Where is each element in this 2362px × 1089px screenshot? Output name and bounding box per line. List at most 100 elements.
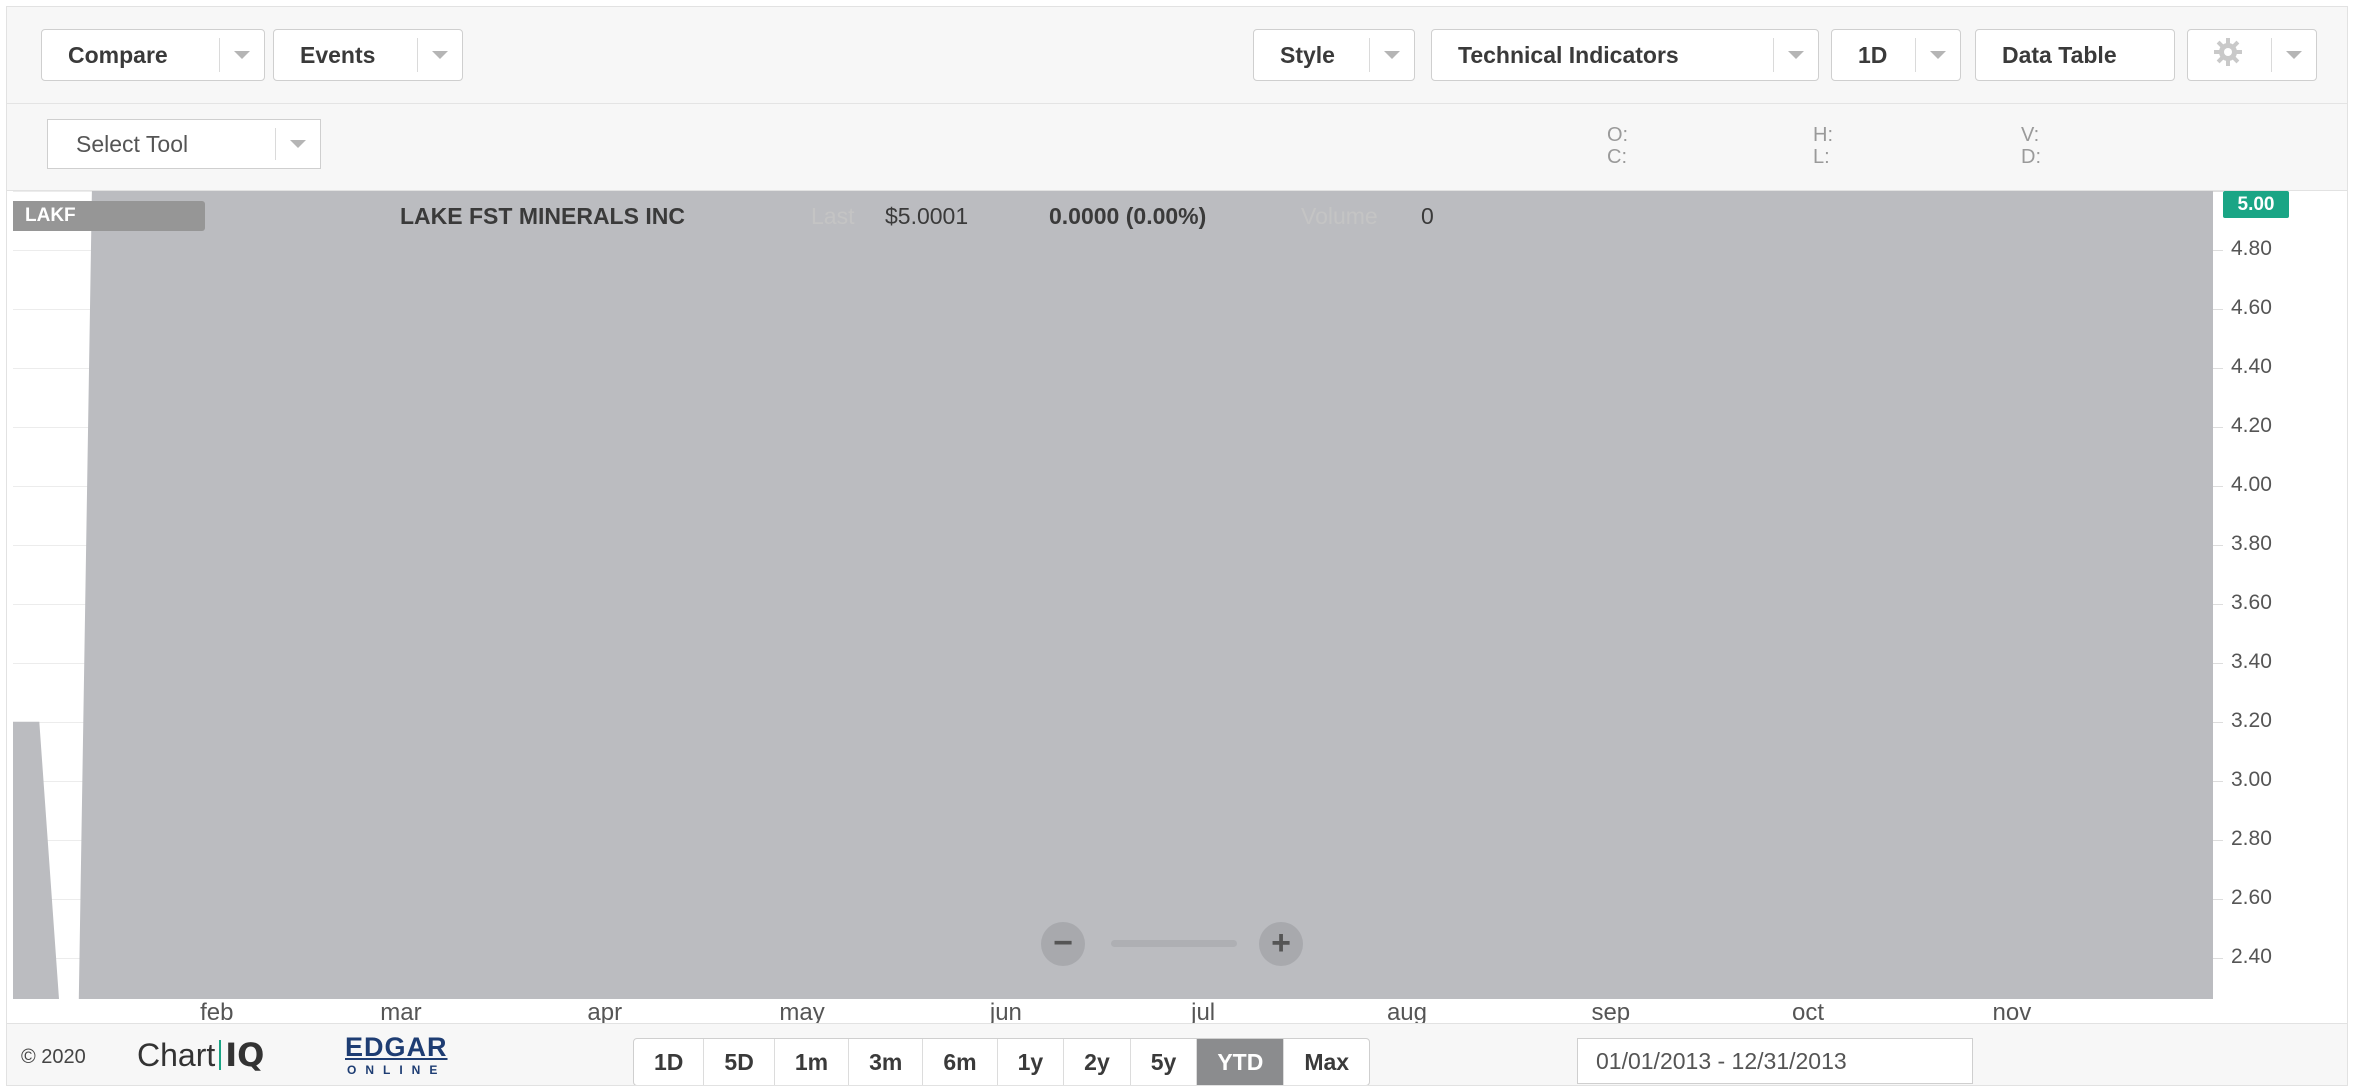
date-range-input[interactable]: 01/01/2013 - 12/31/2013 <box>1577 1038 1973 1084</box>
chart-plot-area[interactable] <box>13 191 2213 999</box>
y-tick-mark <box>2213 957 2223 959</box>
settings-button[interactable] <box>2187 29 2317 81</box>
zoom-in-button[interactable]: + <box>1259 922 1303 966</box>
ohlc-high-low: H: L: <box>1813 124 1833 168</box>
chevron-down-icon <box>2286 51 2302 59</box>
technical-indicators-label: Technical Indicators <box>1458 41 1679 68</box>
last-label: Last <box>811 203 854 230</box>
interval-button[interactable]: 1D <box>1831 29 1961 81</box>
select-tool-dropdown[interactable]: Select Tool <box>47 119 321 169</box>
last-value: $5.0001 <box>885 203 969 229</box>
y-tick-label: 4.60 <box>2231 295 2272 319</box>
interval-dropdown[interactable] <box>1915 38 1960 72</box>
chartiq-logo-divider <box>219 1040 222 1070</box>
y-tick-label: 4.20 <box>2231 413 2272 437</box>
ohlc-open-close: O: C: <box>1607 124 1628 168</box>
close-label: C: <box>1607 146 1627 168</box>
volume-legend-label: Volume <box>1301 203 1378 230</box>
y-tick-label: 2.80 <box>2231 826 2272 850</box>
y-tick-label: 3.40 <box>2231 649 2272 673</box>
style-label: Style <box>1280 41 1335 68</box>
y-tick-label: 3.60 <box>2231 590 2272 614</box>
chevron-down-icon <box>1788 51 1804 59</box>
date-label: D: <box>2021 146 2041 168</box>
range-button-5d[interactable]: 5D <box>704 1039 775 1085</box>
style-dropdown[interactable] <box>1369 38 1414 72</box>
range-button-2y[interactable]: 2y <box>1064 1039 1131 1085</box>
y-tick-label: 2.40 <box>2231 944 2272 968</box>
y-tick-label: 4.00 <box>2231 472 2272 496</box>
select-tool-label: Select Tool <box>76 130 189 157</box>
y-tick-label: 4.80 <box>2231 236 2272 260</box>
y-tick-mark <box>2213 367 2223 369</box>
volume-label: V: <box>2021 124 2040 146</box>
events-label: Events <box>300 41 376 68</box>
chartiq-logo-right: IQ <box>225 1036 265 1074</box>
top-toolbar: Compare Events Style Technical Indicator… <box>7 7 2347 104</box>
settings-dropdown[interactable] <box>2271 38 2316 72</box>
edgar-logo-bottom: ONLINE <box>347 1063 447 1077</box>
range-button-6m[interactable]: 6m <box>923 1039 998 1085</box>
ohlc-volume-date: V: D: <box>2021 124 2041 168</box>
interval-label: 1D <box>1858 41 1888 68</box>
edgar-online-logo[interactable]: EDGAR ONLINE <box>345 1032 448 1077</box>
open-label: O: <box>1607 124 1629 146</box>
change-value: 0.0000 (0.00%) <box>1049 203 1207 229</box>
low-label: L: <box>1813 146 1830 168</box>
y-axis[interactable]: 4.80 4.60 4.40 4.20 4.00 3.80 3.60 3.40 3.20 3.00… <box>2213 191 2347 999</box>
chartiq-logo[interactable]: Chart IQ <box>137 1036 264 1074</box>
chevron-down-icon <box>1930 51 1946 59</box>
compare-button[interactable]: Compare <box>41 29 265 81</box>
zoom-slider[interactable] <box>1111 940 1237 947</box>
chevron-down-icon <box>290 140 306 148</box>
y-tick-label: 4.40 <box>2231 354 2272 378</box>
price-area <box>13 191 2213 999</box>
drawing-toolbar: Select Tool O: C: H: L: V: D: <box>7 104 2347 191</box>
y-tick-label: 2.60 <box>2231 885 2272 909</box>
y-tick-label: 3.80 <box>2231 531 2272 555</box>
select-tool-caret[interactable] <box>275 128 320 160</box>
data-table-button[interactable]: Data Table <box>1975 29 2175 81</box>
zoom-out-button[interactable]: − <box>1041 922 1085 966</box>
y-tick-mark <box>2213 485 2223 487</box>
y-tick-mark <box>2213 603 2223 605</box>
chevron-down-icon <box>432 51 448 59</box>
range-button-1y[interactable]: 1y <box>998 1039 1065 1085</box>
copyright-text: © 2020 <box>21 1046 86 1068</box>
range-button-1d[interactable]: 1D <box>634 1039 705 1085</box>
y-tick-mark <box>2213 662 2223 664</box>
edgar-logo-top: EDGAR <box>345 1032 448 1062</box>
y-tick-mark <box>2213 544 2223 546</box>
chevron-down-icon <box>1384 51 1400 59</box>
y-tick-mark <box>2213 191 2223 192</box>
range-button-max[interactable]: Max <box>1284 1039 1369 1085</box>
y-tick-label: 3.00 <box>2231 767 2272 791</box>
y-tick-mark <box>2213 780 2223 782</box>
chevron-down-icon <box>234 51 250 59</box>
x-axis[interactable]: feb mar apr may jun jul aug sep oct nov <box>13 999 2213 1026</box>
range-button-3m[interactable]: 3m <box>849 1039 924 1085</box>
technical-indicators-dropdown[interactable] <box>1773 38 1818 72</box>
gear-icon[interactable] <box>2188 37 2250 73</box>
range-selector: 1D 5D 1m 3m 6m 1y 2y 5y YTD Max <box>633 1038 1371 1085</box>
chart-widget: Compare Events Style Technical Indicator… <box>6 6 2348 1086</box>
compare-label: Compare <box>68 41 168 68</box>
last-label-text: Last <box>811 203 855 229</box>
compare-dropdown[interactable] <box>219 38 264 72</box>
range-button-5y[interactable]: 5y <box>1131 1039 1198 1085</box>
price-mountain <box>13 191 2213 999</box>
y-tick-mark <box>2213 898 2223 900</box>
events-button[interactable]: Events <box>273 29 463 81</box>
volume-label-text: Volume <box>1301 203 1378 229</box>
footer: © 2020 Chart IQ EDGAR ONLINE 1D 5D 1m 3m 6m 1y… <box>7 1023 2347 1085</box>
volume-value: 0 <box>1421 203 1434 229</box>
range-button-1m[interactable]: 1m <box>775 1039 850 1085</box>
y-tick-mark <box>2213 721 2223 723</box>
events-dropdown[interactable] <box>417 38 462 72</box>
style-button[interactable]: Style <box>1253 29 1415 81</box>
range-button-ytd[interactable]: YTD <box>1197 1039 1285 1085</box>
y-tick-mark <box>2213 249 2223 251</box>
y-tick-mark <box>2213 839 2223 841</box>
technical-indicators-button[interactable]: Technical Indicators <box>1431 29 1819 81</box>
current-price-badge: 5.00 <box>2223 191 2289 218</box>
